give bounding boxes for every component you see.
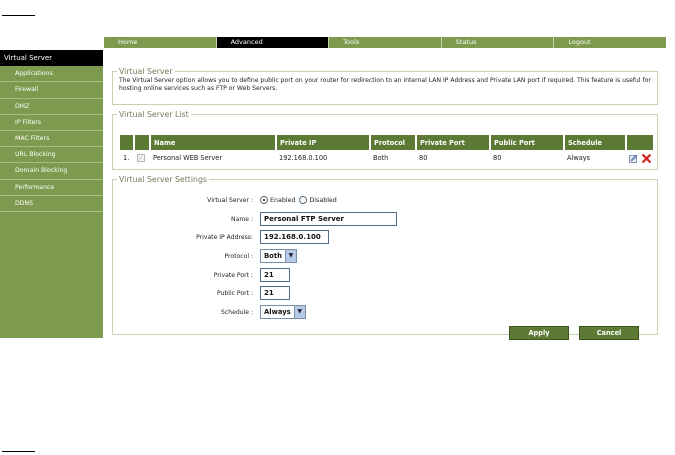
cancel-button[interactable]: Cancel xyxy=(579,326,639,340)
header-private-ip: Private IP xyxy=(276,135,371,150)
protocol-row: Protocol : Both ▼ xyxy=(113,249,657,265)
header-actions xyxy=(626,135,653,150)
edit-icon[interactable] xyxy=(629,153,638,163)
protocol-label: Protocol : xyxy=(224,253,253,260)
bottom-rule xyxy=(2,451,35,452)
private-port-row: Private Port : xyxy=(113,268,657,284)
table-header-row: Name Private IP Protocol Private Port Pu… xyxy=(120,135,653,150)
protocol-select[interactable]: Both ▼ xyxy=(260,249,297,263)
list-title: Virtual Server List xyxy=(119,110,189,119)
row-private-ip: 192.168.0.100 xyxy=(279,154,328,162)
main-panel: Virtual Server The Virtual Server option… xyxy=(104,50,666,340)
enabled-radio[interactable] xyxy=(260,196,268,204)
tab-home[interactable]: Home xyxy=(104,37,217,48)
info-title: Virtual Server xyxy=(119,67,173,76)
public-port-input[interactable] xyxy=(260,286,290,300)
header-schedule: Schedule xyxy=(564,135,627,150)
row-name: Personal WEB Server xyxy=(153,154,223,162)
virtual-server-settings-section: Virtual Server Settings Virtual Server :… xyxy=(112,175,658,340)
info-description: The Virtual Server option allows you to … xyxy=(119,77,651,92)
sidebar-item-url-blocking[interactable]: URL Blocking xyxy=(0,147,103,164)
sidebar-item-performance[interactable]: Performance xyxy=(0,180,103,196)
header-private-port: Private Port xyxy=(416,135,491,150)
private-port-input[interactable] xyxy=(260,268,290,282)
schedule-row: Schedule : Always ▼ xyxy=(113,305,657,321)
row-schedule: Always xyxy=(567,154,591,162)
sidebar-item-ddns[interactable]: DDNS xyxy=(0,196,103,212)
sidebar-item-mac-filters[interactable]: MAC Filters xyxy=(0,131,103,148)
name-input[interactable] xyxy=(260,212,397,226)
schedule-select[interactable]: Always ▼ xyxy=(260,305,306,319)
header-checkbox xyxy=(134,135,151,150)
public-port-row: Public Port : xyxy=(113,286,657,302)
row-protocol: Both xyxy=(373,154,389,162)
chevron-down-icon: ▼ xyxy=(293,306,305,318)
apply-button[interactable]: Apply xyxy=(509,326,569,340)
virtual-server-label: Virtual Server : xyxy=(207,197,253,204)
info-section: Virtual Server The Virtual Server option… xyxy=(112,67,658,105)
protocol-value: Both xyxy=(264,252,282,260)
sidebar-item-firewall[interactable]: Firewall xyxy=(0,82,103,99)
public-port-label: Public Port : xyxy=(216,290,253,297)
top-rule xyxy=(2,15,35,16)
header-name: Name xyxy=(150,135,277,150)
row-private-port: 80 xyxy=(419,154,428,162)
sidebar-item-applications[interactable]: Applications xyxy=(0,66,103,83)
header-protocol: Protocol xyxy=(370,135,417,150)
sidebar-item-dmz[interactable]: DMZ xyxy=(0,99,103,115)
tab-advanced[interactable]: Advanced xyxy=(216,37,330,48)
row-enabled-checkbox: ✓ xyxy=(137,154,145,162)
row-public-port: 80 xyxy=(493,154,502,162)
row-index: 1. xyxy=(123,154,130,162)
virtual-server-row: Virtual Server : Enabled Disabled xyxy=(113,193,657,209)
sidebar-item-ip-filters[interactable]: IP Filters xyxy=(0,115,103,131)
delete-icon[interactable] xyxy=(642,153,652,163)
private-ip-input[interactable] xyxy=(260,230,329,244)
private-port-label: Private Port : xyxy=(213,272,253,279)
tab-tools[interactable]: Tools xyxy=(329,37,442,48)
virtual-server-table: Name Private IP Protocol Private Port Pu… xyxy=(120,135,653,166)
enabled-label: Enabled xyxy=(270,196,296,204)
sidebar-item-domain-blocking[interactable]: Domain Blocking xyxy=(0,163,103,180)
settings-title: Virtual Server Settings xyxy=(119,175,207,184)
virtual-server-radio-group: Enabled Disabled xyxy=(260,196,337,204)
tab-status[interactable]: Status xyxy=(442,37,555,48)
disabled-radio[interactable] xyxy=(299,196,308,204)
chevron-down-icon: ▼ xyxy=(284,250,296,262)
private-ip-row: Private IP Address: xyxy=(113,230,657,246)
table-row: 1. ✓ Personal WEB Server 192.168.0.100 B… xyxy=(120,150,653,166)
row-checkbox: ✓ xyxy=(134,150,150,166)
name-label: Name : xyxy=(231,216,253,223)
schedule-label: Schedule : xyxy=(221,309,253,316)
header-blank xyxy=(120,135,135,150)
sidebar: Virtual Server Applications Firewall DMZ… xyxy=(0,50,103,338)
name-row: Name : xyxy=(113,212,657,228)
schedule-value: Always xyxy=(264,308,291,316)
top-nav: Home Advanced Tools Status Logout xyxy=(104,37,666,48)
disabled-label: Disabled xyxy=(309,196,337,204)
header-public-port: Public Port xyxy=(490,135,565,150)
sidebar-item-virtual-server[interactable]: Virtual Server xyxy=(0,50,103,67)
virtual-server-list-section: Virtual Server List Name Private IP Prot… xyxy=(112,110,658,170)
private-ip-label: Private IP Address: xyxy=(196,234,253,241)
row-actions xyxy=(626,150,653,166)
tab-logout[interactable]: Logout xyxy=(554,37,666,48)
